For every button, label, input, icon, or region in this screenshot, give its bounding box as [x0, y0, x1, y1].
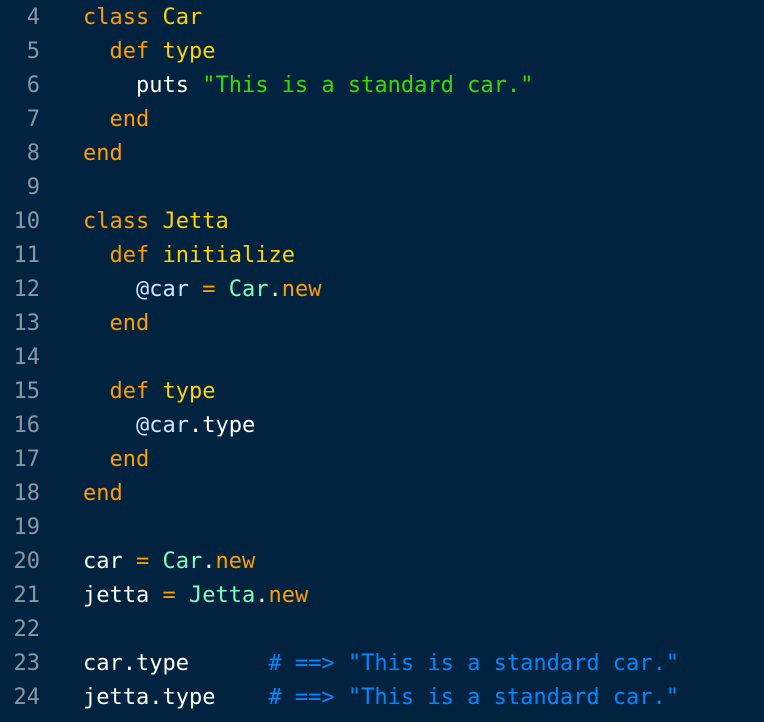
code-line[interactable]: 14 — [0, 341, 764, 375]
code-text: class Jetta — [83, 205, 229, 239]
line-number: 16 — [13, 413, 41, 438]
code-token: end — [83, 107, 150, 132]
code-text: @car.type — [83, 409, 255, 443]
code-token: Jetta — [162, 209, 229, 234]
line-number: 5 — [26, 39, 40, 64]
line-number: 15 — [13, 379, 41, 404]
code-text: car.type # ==> "This is a standard car." — [83, 647, 679, 681]
code-text: end — [83, 307, 149, 341]
code-token: Car — [162, 549, 203, 574]
code-token: @car — [83, 413, 189, 438]
line-number: 7 — [26, 107, 40, 132]
line-number: 18 — [13, 481, 41, 506]
code-line[interactable]: 5 def type — [0, 35, 764, 69]
code-token: "This is a standard car." — [202, 73, 534, 98]
line-number: 9 — [26, 175, 40, 200]
code-token: = — [135, 549, 163, 574]
code-token: . — [268, 277, 282, 302]
code-token: new — [215, 549, 256, 574]
code-token: . — [255, 583, 269, 608]
line-number: 14 — [13, 345, 41, 370]
code-line[interactable]: 20 car = Car.new — [0, 545, 764, 579]
code-token: def — [83, 39, 163, 64]
code-line[interactable]: 15 def type — [0, 375, 764, 409]
code-text: jetta = Jetta.new — [83, 579, 308, 613]
code-line[interactable]: 11 def initialize — [0, 239, 764, 273]
code-text: def initialize — [83, 239, 295, 273]
code-line[interactable]: 10 class Jetta — [0, 205, 764, 239]
code-token: car.type — [83, 651, 269, 676]
code-text: car = Car.new — [83, 545, 255, 579]
code-text: @car = Car.new — [83, 273, 322, 307]
code-line[interactable]: 7 end — [0, 103, 764, 137]
code-token: end — [83, 447, 150, 472]
line-number: 19 — [13, 515, 41, 540]
code-token: . — [202, 549, 216, 574]
code-token: # ==> "This is a standard car." — [268, 651, 680, 676]
code-token: jetta — [83, 583, 163, 608]
code-text: jetta.type # ==> "This is a standard car… — [83, 681, 679, 715]
code-token: Car — [228, 277, 269, 302]
code-line[interactable]: 9 — [0, 171, 764, 205]
line-number: 10 — [13, 209, 41, 234]
code-line[interactable]: 4 class Car — [0, 1, 764, 35]
line-number: 11 — [13, 243, 41, 268]
code-token: new — [268, 583, 309, 608]
line-number: 23 — [13, 651, 41, 676]
code-text: puts "This is a standard car." — [83, 69, 533, 103]
code-token: type — [162, 379, 216, 404]
code-line[interactable]: 13 end — [0, 307, 764, 341]
code-line[interactable]: 19 — [0, 511, 764, 545]
code-token: Car — [162, 5, 203, 30]
code-token: @car — [83, 277, 203, 302]
line-number: 4 — [26, 5, 40, 30]
code-text: def type — [83, 375, 215, 409]
code-line[interactable]: 17 end — [0, 443, 764, 477]
line-number: 21 — [13, 583, 41, 608]
code-token: end — [83, 141, 123, 166]
code-line[interactable]: 16 @car.type — [0, 409, 764, 443]
code-token: end — [83, 481, 123, 506]
code-text: end — [83, 477, 123, 511]
code-token: def — [83, 243, 163, 268]
line-number: 8 — [26, 141, 40, 166]
code-token: car — [83, 549, 136, 574]
code-token: = — [202, 277, 229, 302]
code-line[interactable]: 24 jetta.type # ==> "This is a standard c… — [0, 681, 764, 715]
line-number: 24 — [13, 685, 41, 710]
line-number: 6 — [26, 73, 40, 98]
line-number: 17 — [13, 447, 41, 472]
code-line[interactable]: 23 car.type # ==> "This is a standard car… — [0, 647, 764, 681]
code-token: new — [281, 277, 322, 302]
code-line[interactable]: 22 — [0, 613, 764, 647]
line-number: 22 — [13, 617, 41, 642]
code-token: Jetta — [188, 583, 256, 608]
code-token: puts — [83, 73, 203, 98]
code-token: end — [83, 311, 150, 336]
code-token: class — [83, 209, 163, 234]
code-text: end — [83, 137, 123, 171]
code-token: class — [83, 5, 163, 30]
code-line[interactable]: 18 end — [0, 477, 764, 511]
code-token: def — [83, 379, 163, 404]
code-token: .type — [188, 413, 256, 438]
code-line[interactable]: 6 puts "This is a standard car." — [0, 69, 764, 103]
code-token: = — [162, 583, 189, 608]
code-line[interactable]: 8 end — [0, 137, 764, 171]
code-text: end — [83, 103, 149, 137]
code-editor[interactable]: 4 class Car 5 def type 6 puts "This is a st… — [0, 0, 764, 722]
code-line[interactable]: 21 jetta = Jetta.new — [0, 579, 764, 613]
code-token: # ==> "This is a standard car." — [268, 685, 680, 710]
code-text: class Car — [83, 1, 202, 35]
line-number: 13 — [13, 311, 41, 336]
line-number: 12 — [13, 277, 41, 302]
code-token: type — [162, 39, 216, 64]
code-text: def type — [83, 35, 215, 69]
line-number: 20 — [13, 549, 41, 574]
code-token: initialize — [162, 243, 295, 268]
code-text: end — [83, 443, 149, 477]
code-line[interactable]: 12 @car = Car.new — [0, 273, 764, 307]
code-token: jetta.type — [83, 685, 269, 710]
